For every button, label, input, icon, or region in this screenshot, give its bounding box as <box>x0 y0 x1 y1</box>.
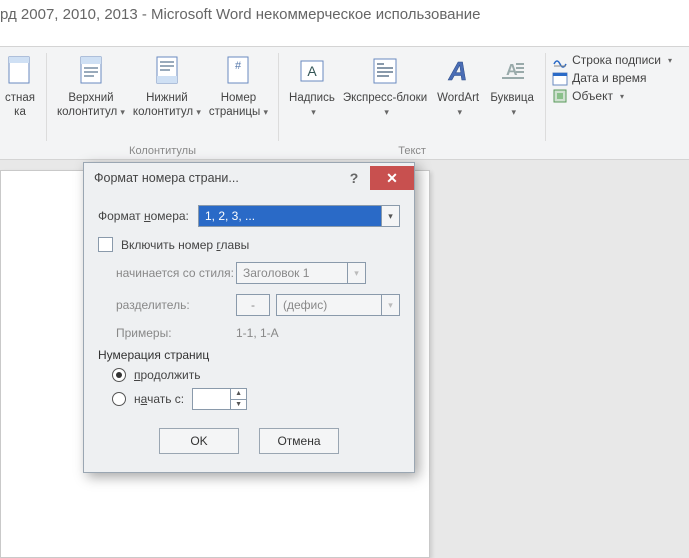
examples-label: Примеры: <box>116 326 236 340</box>
starts-style-label: начинается со стиля: <box>116 266 236 280</box>
signature-icon <box>552 52 568 68</box>
continue-label: продолжить <box>134 368 200 382</box>
page-number-format-dialog: Формат номера страни... ? ✕ Формат номер… <box>83 162 415 473</box>
dialog-title-text: Формат номера страни... <box>94 171 338 185</box>
number-format-value: 1, 2, 3, ... <box>199 206 381 226</box>
spinner-down[interactable]: ▼ <box>231 400 246 410</box>
chevron-down-icon: ▾ <box>347 263 365 283</box>
chevron-down-icon: ▾ <box>384 107 389 117</box>
start-at-radio[interactable] <box>112 392 126 406</box>
close-button[interactable]: ✕ <box>370 166 414 190</box>
group-label-text: Текст <box>285 143 539 159</box>
textbox-icon: A <box>296 53 328 89</box>
textbox-button[interactable]: A Надпись ▾ <box>285 51 339 121</box>
calendar-icon <box>552 70 568 86</box>
object-button[interactable]: Объект▾ <box>552 87 672 105</box>
start-at-label: начать с: <box>134 392 184 406</box>
header-button[interactable]: Верхнийколонтитул ▾ <box>53 51 129 121</box>
chevron-down-icon: ▾ <box>311 107 316 117</box>
chevron-down-icon: ▾ <box>620 92 624 101</box>
window-title: рд 2007, 2010, 2013 - Microsoft Word нек… <box>0 0 689 34</box>
spinner-up[interactable]: ▲ <box>231 389 246 400</box>
separator-sym-combo: - <box>236 294 270 316</box>
ribbon: стнаяка Верхнийколонтитул ▾ Нижнийколонт… <box>0 46 689 160</box>
wordart-button[interactable]: A WordArt ▾ <box>431 51 485 121</box>
svg-text:#: # <box>235 60 242 72</box>
footer-button[interactable]: Нижнийколонтитул ▾ <box>129 51 205 121</box>
separator-text: (дефис) <box>277 295 381 315</box>
separator-sym: - <box>237 295 269 315</box>
chevron-down-icon: ▾ <box>381 295 399 315</box>
include-chapter-label: Включить номер главы <box>121 238 249 252</box>
chevron-down-icon[interactable]: ▾ <box>381 206 399 226</box>
chevron-down-icon: ▾ <box>196 107 201 117</box>
page-icon <box>4 53 36 89</box>
numbering-group-title: Нумерация страниц <box>98 348 400 362</box>
quick-parts-button[interactable]: Экспресс-блоки ▾ <box>339 51 431 121</box>
chevron-down-icon: ▾ <box>263 107 268 117</box>
continue-radio[interactable] <box>112 368 126 382</box>
include-chapter-checkbox[interactable] <box>98 237 113 252</box>
chevron-down-icon: ▾ <box>457 107 462 117</box>
ok-button[interactable]: OK <box>159 428 239 454</box>
quick-parts-icon <box>369 53 401 89</box>
start-at-spinner[interactable]: ▲ ▼ <box>192 388 247 410</box>
page-number-button[interactable]: # Номерстраницы ▾ <box>205 51 272 121</box>
dropcap-button[interactable]: A Буквица ▾ <box>485 51 539 121</box>
svg-text:A: A <box>307 63 317 79</box>
signature-line-button[interactable]: Строка подписи▾ <box>552 51 672 69</box>
start-at-input[interactable] <box>193 389 230 409</box>
chevron-down-icon: ▾ <box>120 107 125 117</box>
svg-text:A: A <box>448 56 468 86</box>
style-combo: Заголовок 1 ▾ <box>236 262 366 284</box>
format-label: Формат номера: <box>98 209 198 223</box>
number-format-combo[interactable]: 1, 2, 3, ... ▾ <box>198 205 400 227</box>
group-label-hf: Колонтитулы <box>53 143 272 159</box>
header-icon <box>75 53 107 89</box>
separator-text-combo: (дефис) ▾ <box>276 294 400 316</box>
dialog-titlebar[interactable]: Формат номера страни... ? ✕ <box>84 163 414 193</box>
partial-button[interactable]: стнаяка <box>0 51 40 121</box>
cancel-button[interactable]: Отмена <box>259 428 339 454</box>
separator-label: разделитель: <box>116 298 236 312</box>
datetime-button[interactable]: Дата и время <box>552 69 672 87</box>
page-number-icon: # <box>222 53 254 89</box>
object-icon <box>552 88 568 104</box>
style-value: Заголовок 1 <box>237 263 347 283</box>
chevron-down-icon: ▾ <box>668 56 672 65</box>
footer-icon <box>151 53 183 89</box>
wordart-icon: A <box>442 53 474 89</box>
examples-value: 1-1, 1-A <box>236 326 279 340</box>
dropcap-icon: A <box>496 53 528 89</box>
close-icon: ✕ <box>386 170 398 187</box>
chevron-down-icon: ▾ <box>511 107 516 117</box>
help-button[interactable]: ? <box>338 166 370 190</box>
